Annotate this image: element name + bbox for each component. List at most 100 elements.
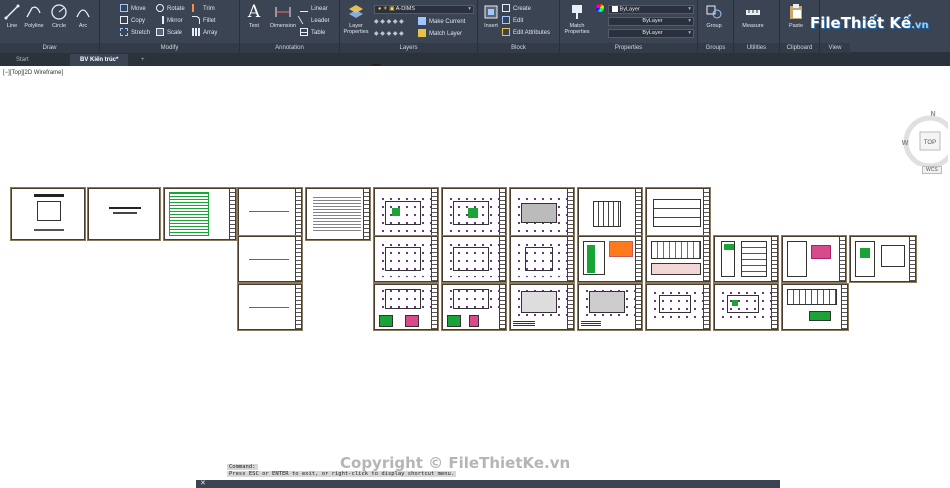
sheet-plan-6[interactable]: [374, 284, 438, 330]
group-button[interactable]: Group: [702, 3, 726, 29]
view-panel-title[interactable]: View: [820, 43, 850, 53]
sheet-title-strip: [635, 237, 641, 281]
sheet-detail-1[interactable]: [578, 236, 642, 282]
sheet-plan-3[interactable]: [374, 236, 438, 282]
sheet-detail-4[interactable]: [782, 236, 846, 282]
table-button[interactable]: Table: [300, 28, 325, 39]
tab-start[interactable]: Start: [6, 54, 39, 66]
layers-panel: Layer Properties ● ☀ ▣ A-DIMS ▾ ◆ ◆ ◆ ◆ …: [340, 0, 478, 53]
sheet-detail-3[interactable]: [714, 236, 778, 282]
create-block-button[interactable]: Create: [502, 4, 531, 15]
sheet-detail-5[interactable]: [850, 236, 916, 282]
sheet-cover[interactable]: [11, 188, 85, 240]
sheet-index-table[interactable]: [164, 188, 236, 240]
mirror-button[interactable]: Mirror: [156, 16, 183, 27]
trim-button[interactable]: Trim: [192, 4, 215, 15]
viewport-controls-label[interactable]: [−][Top][2D Wireframe]: [3, 70, 63, 76]
array-button[interactable]: Array: [192, 28, 217, 39]
make-current-button[interactable]: Make Current: [418, 17, 465, 28]
drawing-viewport[interactable]: [−][Top][2D Wireframe] TOP N W S WCS: [0, 66, 950, 488]
lineweight-dropdown[interactable]: ByLayer ▾: [608, 29, 694, 38]
sheet-section-1[interactable]: [646, 188, 710, 240]
circle-button[interactable]: Circle: [47, 3, 71, 29]
watermark: Copyright © FileThietKe.vn: [340, 454, 571, 472]
polyline-button[interactable]: Polyline: [22, 3, 46, 29]
wcs-menu[interactable]: WCS: [922, 166, 942, 174]
chevron-down-icon: ▾: [688, 30, 691, 36]
color-wheel-icon[interactable]: [596, 4, 607, 15]
sheet-blank-3[interactable]: [238, 284, 302, 330]
sheet-plan-1[interactable]: [374, 188, 438, 240]
move-button[interactable]: Move: [120, 4, 146, 15]
sheet-plan-7[interactable]: [442, 284, 506, 330]
clipboard-panel-title[interactable]: Clipboard: [780, 43, 819, 53]
layers-panel-title[interactable]: Layers: [340, 43, 477, 53]
command-line[interactable]: ✕: [196, 480, 780, 488]
sheet-plan-5[interactable]: [510, 236, 574, 282]
sheet-plan-10[interactable]: [646, 284, 710, 330]
sheet-title-page[interactable]: [88, 188, 160, 240]
groups-panel-title[interactable]: Groups: [698, 43, 733, 53]
sheet-elevation-1[interactable]: [578, 188, 642, 240]
sheet-plan: [385, 201, 421, 225]
sheet-roof-plan[interactable]: [510, 188, 574, 240]
new-tab-button[interactable]: +: [136, 54, 150, 66]
sheet-title-strip: [635, 189, 641, 239]
linetype-dropdown[interactable]: ByLayer ▾: [608, 17, 694, 26]
leader-icon: [297, 16, 311, 25]
file-tabs: Start BV Kiến trúc* +: [0, 53, 950, 66]
chevron-down-icon: ▾: [688, 18, 691, 24]
utilities-panel-title[interactable]: Utilities: [734, 43, 779, 53]
sheet-detail-2[interactable]: [646, 236, 710, 282]
sheet-plan-11[interactable]: [714, 284, 778, 330]
sheet-plan-12[interactable]: [782, 284, 848, 330]
sheet-plan-4[interactable]: [442, 236, 506, 282]
measure-button[interactable]: Measure: [736, 3, 770, 29]
sheet-plan-9[interactable]: [578, 284, 642, 330]
block-panel-title[interactable]: Block: [478, 43, 559, 53]
text-button[interactable]: A Text: [242, 3, 266, 29]
match-layer-button[interactable]: Match Layer: [418, 29, 462, 40]
edit-block-button[interactable]: Edit: [502, 16, 523, 27]
annotation-panel-title[interactable]: Annotation: [240, 43, 339, 53]
sheet-plan: [787, 241, 807, 277]
viewcube[interactable]: TOP N W S: [900, 86, 948, 166]
sheet-plan: [589, 291, 625, 313]
modify-panel-title[interactable]: Modify: [100, 43, 239, 53]
sheet-blank-2[interactable]: [238, 236, 302, 282]
properties-panel-title[interactable]: Properties: [560, 43, 697, 53]
insert-icon: [484, 5, 498, 19]
sheet-blank-1[interactable]: [238, 188, 302, 240]
paste-button[interactable]: Paste: [784, 3, 808, 29]
trim-icon: [192, 4, 200, 13]
sheet-title-strip: [635, 285, 641, 329]
tab-bv-kien-truc[interactable]: BV Kiến trúc*: [70, 54, 129, 66]
insert-button[interactable]: Insert: [479, 3, 503, 29]
line-button[interactable]: Line: [0, 3, 24, 29]
layer-tools-icons[interactable]: ◆ ◆ ◆ ◆ ◆: [374, 19, 404, 25]
leader-button[interactable]: Leader: [297, 16, 330, 27]
sheet-plan-2[interactable]: [442, 188, 506, 240]
sheet-title-strip: [703, 237, 709, 281]
sheet-notes[interactable]: [306, 188, 370, 240]
annotation-panel: A Text Dimension Linear Leader Table Ann…: [240, 0, 340, 53]
layer-dropdown[interactable]: ● ☀ ▣ A-DIMS ▾: [374, 5, 474, 14]
color-dropdown[interactable]: ByLayer ▾: [608, 5, 694, 14]
stretch-button[interactable]: Stretch: [120, 28, 150, 39]
copy-button[interactable]: Copy: [120, 16, 145, 27]
fillet-button[interactable]: Fillet: [192, 16, 216, 27]
layer-tools-icons-2[interactable]: ◆ ◆ ◆ ◆ ◆: [374, 31, 404, 37]
dimension-button[interactable]: Dimension: [268, 3, 298, 29]
arc-button[interactable]: Arc: [71, 3, 95, 29]
layer-properties-button[interactable]: Layer Properties: [341, 3, 371, 35]
draw-panel-title[interactable]: Draw: [0, 43, 99, 53]
match-properties-button[interactable]: Match Properties: [561, 3, 593, 35]
edit-attributes-button[interactable]: Edit Attributes: [502, 28, 550, 39]
command-history-line-1: Command:: [227, 464, 258, 470]
linear-button[interactable]: Linear: [300, 4, 328, 15]
sheet-plan-8[interactable]: [510, 284, 574, 330]
sheet-plan: [525, 247, 553, 271]
scale-button[interactable]: Scale: [156, 28, 182, 39]
close-icon[interactable]: ✕: [200, 479, 206, 487]
rotate-button[interactable]: Rotate: [156, 4, 185, 15]
